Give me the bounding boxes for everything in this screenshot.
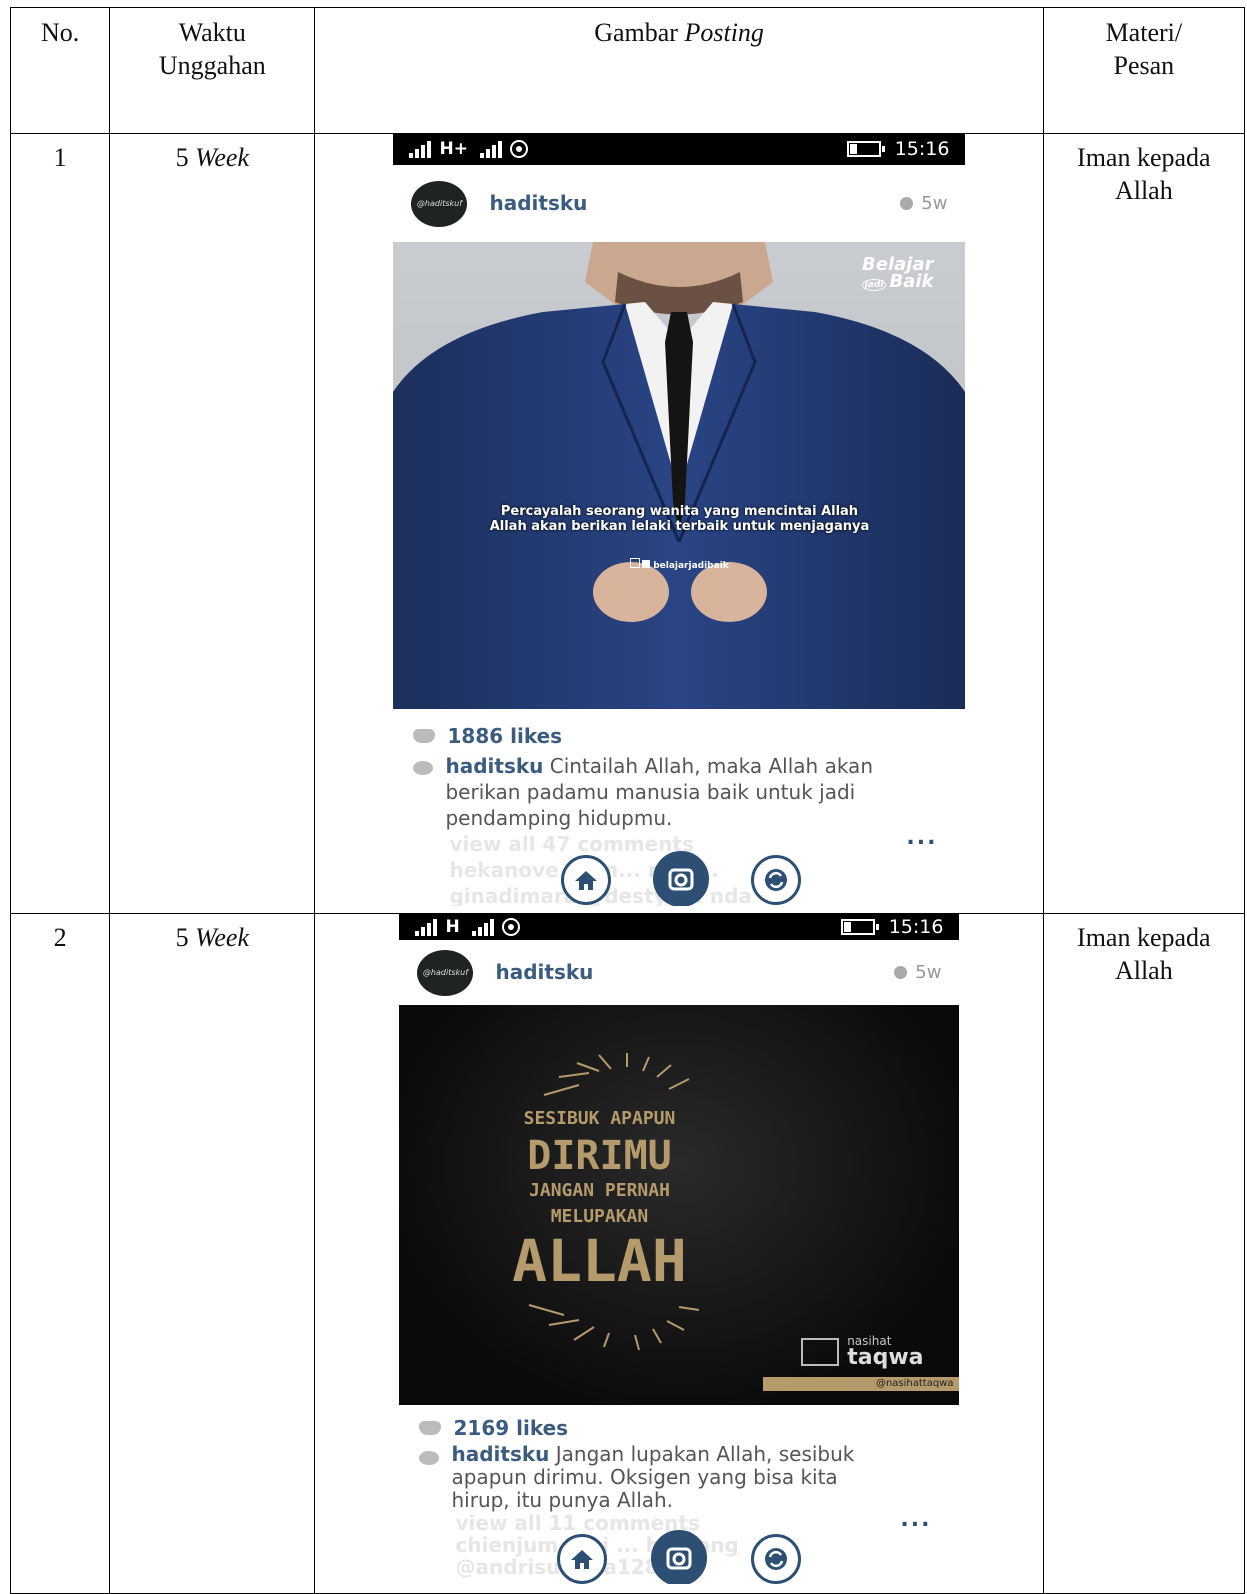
- caption: haditsku Jangan lupakan Allah, sesibuk a…: [419, 1443, 959, 1512]
- poster-line: MELUPAKAN: [550, 1206, 649, 1227]
- table-row: 2 5 Week H 15:16 @haditskuf haditsku 5w: [9, 913, 1246, 1594]
- materi-cell: Iman kepada Allah: [1042, 133, 1246, 914]
- brand-logo-bottom: Baik: [889, 271, 934, 292]
- poster-line: SESIBUK APAPUN: [523, 1108, 676, 1129]
- quote-text: Percayalah seorang wanita yang mencintai…: [393, 504, 965, 534]
- comment-icon: [419, 1451, 440, 1465]
- view-all-comments[interactable]: view all 11 comments: [419, 1512, 959, 1534]
- avatar[interactable]: @haditskuf: [411, 180, 468, 227]
- signal-icon: [479, 140, 502, 158]
- username[interactable]: haditsku: [495, 956, 894, 989]
- post-photo[interactable]: Belajar jadi Baik Percayalah seorang wani…: [393, 242, 966, 709]
- signal-icon: [415, 918, 438, 936]
- post-header: @haditskuf haditsku 5w: [393, 165, 965, 242]
- header-waktu: Waktu Unggahan: [109, 7, 316, 134]
- upload-time-unit: Week: [195, 143, 250, 172]
- location-icon: [509, 140, 528, 158]
- signal-icon: [409, 140, 432, 158]
- upload-time-number: 5: [175, 143, 196, 172]
- instagram-post-screenshot: H 15:16 @haditskuf haditsku 5w SESIBUK A…: [399, 914, 960, 1584]
- instagram-icon: [630, 558, 641, 568]
- more-options-icon[interactable]: ...: [906, 821, 937, 854]
- poster-text: SESIBUK APAPUN DIRIMU JANGAN PERNAH MELU…: [509, 1108, 689, 1295]
- post-header: @haditskuf haditsku 5w: [399, 940, 959, 1005]
- status-bar: H 15:16: [399, 914, 960, 940]
- facebook-icon: [642, 560, 651, 568]
- camera-icon[interactable]: [653, 851, 710, 906]
- caption-username[interactable]: haditsku: [451, 1442, 549, 1466]
- content-table: No. Waktu Unggahan Gambar Posting Materi…: [9, 7, 1246, 1594]
- materi-cell: Iman kepada Allah: [1042, 913, 1246, 1594]
- heart-icon: [419, 1421, 442, 1435]
- likes-text: 2169 likes: [453, 1415, 569, 1440]
- brand-logo-mid: jadi: [861, 279, 887, 291]
- battery-icon: [840, 919, 879, 935]
- instagram-post-screenshot: H+ 15:16 @haditskuf haditsku 5w Belajar …: [393, 133, 966, 906]
- brand-big: taqwa: [847, 1345, 924, 1370]
- poster-line: JANGAN PERNAH: [529, 1180, 670, 1201]
- post-age-text: 5w: [921, 193, 948, 214]
- clock-icon: [894, 966, 908, 979]
- clock-time: 15:16: [894, 137, 950, 160]
- signal-icon: [471, 918, 494, 936]
- row-number: 2: [9, 913, 111, 1594]
- post-age-text: 5w: [915, 962, 942, 983]
- upload-time-unit: Week: [195, 923, 250, 952]
- book-icon: [801, 1338, 840, 1366]
- heart-icon: [413, 729, 436, 743]
- camera-icon[interactable]: [651, 1530, 708, 1584]
- upload-time-number: 5: [175, 923, 196, 952]
- quote-line: Percayalah seorang wanita yang mencintai…: [500, 504, 859, 519]
- header-materi: Materi/ Pesan: [1042, 7, 1246, 134]
- post-image-cell: H 15:16 @haditskuf haditsku 5w SESIBUK A…: [314, 913, 1044, 1594]
- post-image-cell: H+ 15:16 @haditskuf haditsku 5w Belajar …: [314, 133, 1044, 914]
- upload-time: 5 Week: [109, 913, 316, 1594]
- table-row: 1 5 Week H+ 15:16 @haditskuf haditsku 5w: [9, 133, 1246, 914]
- header-gambar: Gambar Posting: [314, 7, 1044, 134]
- likes-count[interactable]: 2169 likes: [419, 1413, 959, 1443]
- nasihat-taqwa-logo: nasihat taqwa: [801, 1335, 923, 1369]
- caption: haditsku Cintailah Allah, maka Allah aka…: [413, 753, 965, 831]
- header-gambar-italic: Posting: [684, 18, 764, 47]
- brand-handle: @nasihattaqwa: [875, 1378, 954, 1389]
- post-photo[interactable]: SESIBUK APAPUN DIRIMU JANGAN PERNAH MELU…: [399, 1005, 960, 1405]
- social-handle-text: belajarjadibaik: [653, 561, 729, 571]
- network-type: H+: [439, 138, 468, 159]
- status-bar: H+ 15:16: [393, 133, 966, 165]
- post-age: 5w: [900, 187, 947, 220]
- likes-text: 1886 likes: [447, 723, 563, 748]
- poster-line: ALLAH: [512, 1227, 687, 1295]
- brand-logo: Belajar jadi Baik: [861, 256, 934, 294]
- avatar[interactable]: @haditskuf: [417, 949, 474, 996]
- more-options-icon[interactable]: ...: [900, 1503, 931, 1536]
- comment-icon: [413, 761, 434, 775]
- network-type: H: [445, 916, 460, 937]
- caption-username[interactable]: haditsku: [445, 754, 543, 778]
- header-no: No.: [9, 7, 111, 134]
- header-gambar-plain: Gambar: [594, 18, 685, 47]
- likes-count[interactable]: 1886 likes: [413, 719, 965, 753]
- suit-man-illustration: [393, 242, 966, 709]
- upload-time: 5 Week: [109, 133, 316, 914]
- location-icon: [501, 918, 520, 936]
- poster-line: DIRIMU: [527, 1133, 672, 1179]
- brand-handle-bar: @nasihattaqwa: [763, 1377, 960, 1391]
- header-materi-text: Materi/ Pesan: [1105, 18, 1183, 80]
- username[interactable]: haditsku: [489, 187, 900, 220]
- header-row: No. Waktu Unggahan Gambar Posting Materi…: [9, 7, 1246, 134]
- materi-text: Iman kepada Allah: [1077, 923, 1211, 985]
- clock-time: 15:16: [888, 915, 944, 938]
- header-waktu-text: Waktu Unggahan: [158, 18, 266, 80]
- post-age: 5w: [894, 956, 941, 989]
- clock-icon: [900, 197, 914, 210]
- row-number: 1: [9, 133, 111, 914]
- social-handle: belajarjadibaik: [393, 550, 965, 583]
- battery-icon: [846, 141, 885, 157]
- quote-line: Allah akan berikan lelaki terbaik untuk …: [489, 519, 870, 534]
- materi-text: Iman kepada Allah: [1077, 143, 1211, 205]
